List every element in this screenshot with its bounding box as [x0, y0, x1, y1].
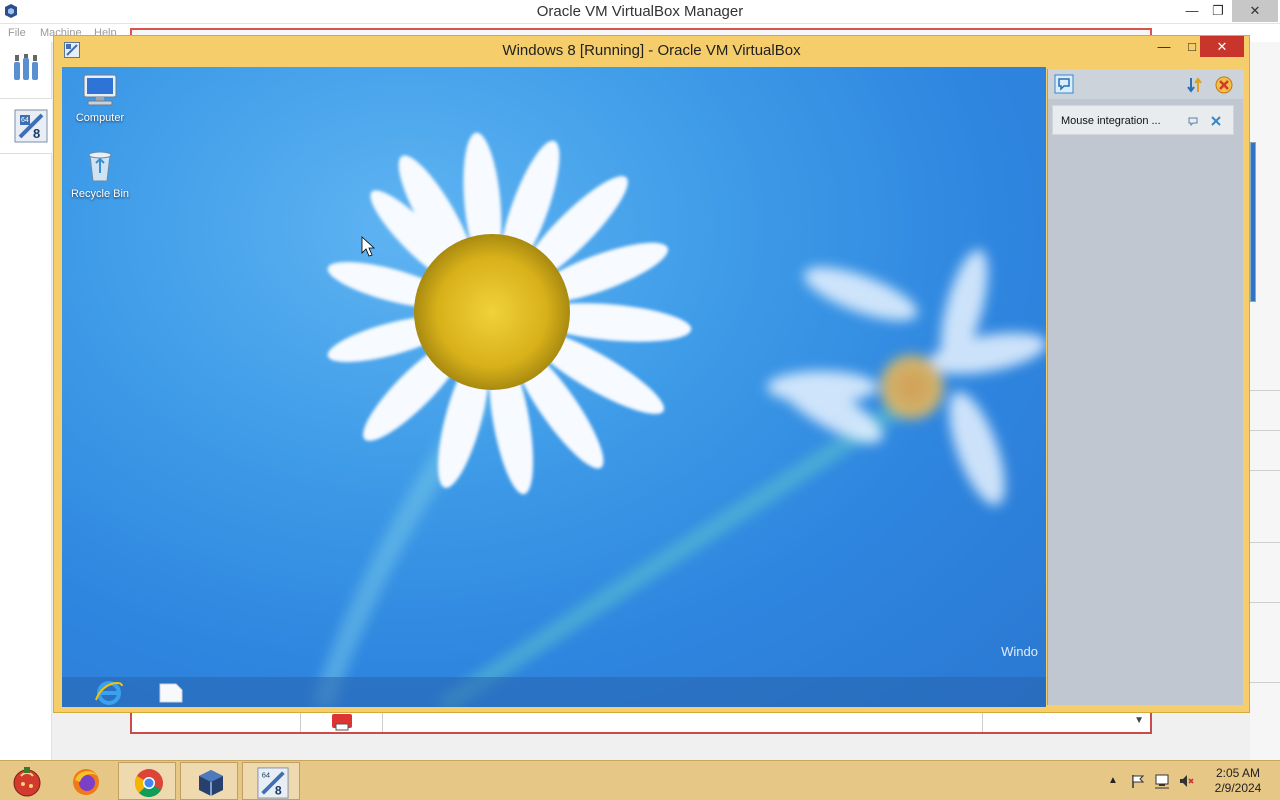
vm-titlebar: Windows 8 [Running] - Oracle VM VirtualB…	[54, 36, 1249, 65]
sort-icon[interactable]	[1186, 76, 1204, 94]
taskbar-windows8-vm[interactable]: 64 8	[242, 762, 300, 800]
virtualbox-icon	[199, 770, 223, 796]
start-orb-icon	[13, 767, 41, 797]
close-all-icon[interactable]	[1214, 75, 1234, 95]
manager-title: Oracle VM VirtualBox Manager	[536, 3, 744, 20]
vm-title: Windows 8 [Running] - Oracle VM VirtualB…	[502, 42, 801, 59]
windows-watermark: Windo	[1001, 644, 1038, 659]
volume-muted-icon[interactable]	[1178, 773, 1194, 789]
svg-text:64: 64	[21, 117, 29, 124]
notification-text: Mouse integration ...	[1061, 115, 1161, 127]
manager-titlebar: Oracle VM VirtualBox Manager — ❐ ✕	[0, 0, 1280, 24]
desktop-icon-recycle-bin[interactable]: Recycle Bin	[62, 149, 138, 200]
manager-restore-button[interactable]: ❐	[1202, 0, 1234, 22]
vm-close-button[interactable]: ✕	[1200, 36, 1244, 57]
vm-minimize-button[interactable]: —	[1150, 36, 1178, 57]
svg-text:8: 8	[275, 783, 282, 797]
guest-taskbar	[62, 677, 1046, 707]
vm-list-item-windows8[interactable]: 64 8	[0, 98, 52, 154]
notification-toggle-icon[interactable]	[1054, 74, 1074, 94]
notification-center: Mouse integration ...	[1047, 69, 1244, 705]
action-center-flag-icon[interactable]	[1130, 773, 1146, 789]
preview-thumbnail	[1250, 142, 1256, 302]
recycle-bin-icon	[88, 151, 112, 182]
vm-window: Windows 8 [Running] - Oracle VM VirtualB…	[53, 35, 1250, 713]
show-hidden-icons-chevron-up-icon[interactable]: ▲	[1108, 775, 1124, 791]
taskbar-virtualbox[interactable]	[180, 762, 238, 800]
manager-bottom-panel: ▼	[130, 712, 1152, 734]
taskbar-chrome[interactable]	[118, 762, 176, 800]
firefox-icon	[73, 769, 99, 795]
notification-card-mouse-integration[interactable]: Mouse integration ...	[1052, 105, 1234, 135]
manager-details-pane	[1250, 42, 1280, 760]
svg-text:8: 8	[33, 126, 40, 141]
wallpaper-daisy-image	[311, 132, 1046, 707]
clock-date: 2/9/2024	[1214, 781, 1262, 795]
host-taskbar: 64 8 ▲	[0, 760, 1280, 800]
manager-vm-list: 64 8	[0, 42, 52, 760]
taskbar-firefox[interactable]	[56, 762, 114, 800]
taskbar-clock[interactable]: 2:05 AM 2/9/2024	[1206, 766, 1270, 796]
chrome-icon	[135, 769, 163, 798]
notification-close-icon[interactable]	[1210, 115, 1222, 127]
desktop-icon-label: Recycle Bin	[70, 188, 130, 200]
menu-file[interactable]: File	[8, 27, 26, 39]
internet-explorer-icon[interactable]	[92, 680, 126, 706]
clock-time: 2:05 AM	[1215, 766, 1261, 780]
guest-desktop[interactable]: Computer Recycle Bin Windo	[62, 67, 1046, 707]
notification-header	[1048, 69, 1244, 99]
manager-close-button[interactable]: ✕	[1232, 0, 1278, 22]
file-explorer-icon[interactable]	[158, 682, 184, 704]
windows8-vm-icon: 64 8	[14, 109, 48, 143]
svg-text:64: 64	[262, 770, 270, 779]
network-icon[interactable]	[1154, 773, 1170, 789]
storage-icon	[332, 714, 352, 731]
tools-icon[interactable]	[10, 52, 42, 84]
computer-icon	[83, 74, 117, 106]
chevron-down-icon[interactable]: ▼	[1134, 715, 1144, 726]
desktop-icon-label: Computer	[75, 112, 125, 124]
windows8-vm-icon: 64 8	[257, 767, 289, 799]
start-button[interactable]	[0, 762, 58, 800]
desktop-icon-computer[interactable]: Computer	[62, 73, 138, 124]
notification-dismiss-icon[interactable]	[1187, 115, 1199, 127]
